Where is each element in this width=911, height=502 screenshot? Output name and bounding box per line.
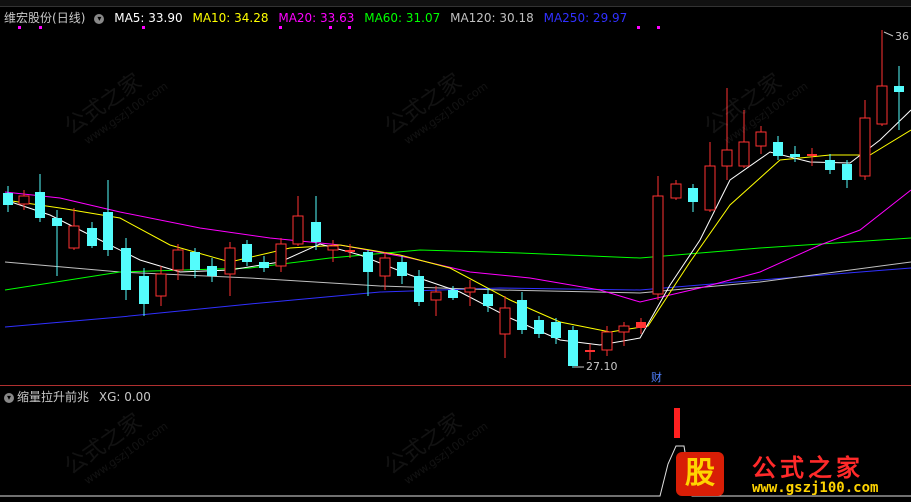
candle-group <box>3 30 904 368</box>
low-label: 27.10 <box>586 360 618 373</box>
logo-url: www.gszj100.com <box>752 480 879 496</box>
high-label: 36 <box>895 30 909 43</box>
price-chart-svg: 36 27.10 财 <box>3 26 911 384</box>
site-logo: 股 公式之家 www.gszj100.com <box>668 446 911 502</box>
signal-dots <box>18 26 660 29</box>
price-chart-panel[interactable]: 维宏股份(日线) ▾ MA5: 33.90 MA10: 34.28 MA20: 3… <box>0 0 911 385</box>
finance-event-marker[interactable]: 财 <box>651 370 662 384</box>
logo-stock-glyph: 股 <box>676 452 724 496</box>
logo-name: 公式之家 <box>752 454 864 482</box>
high-pointer <box>883 31 894 37</box>
xg-signal-bar <box>674 408 680 438</box>
